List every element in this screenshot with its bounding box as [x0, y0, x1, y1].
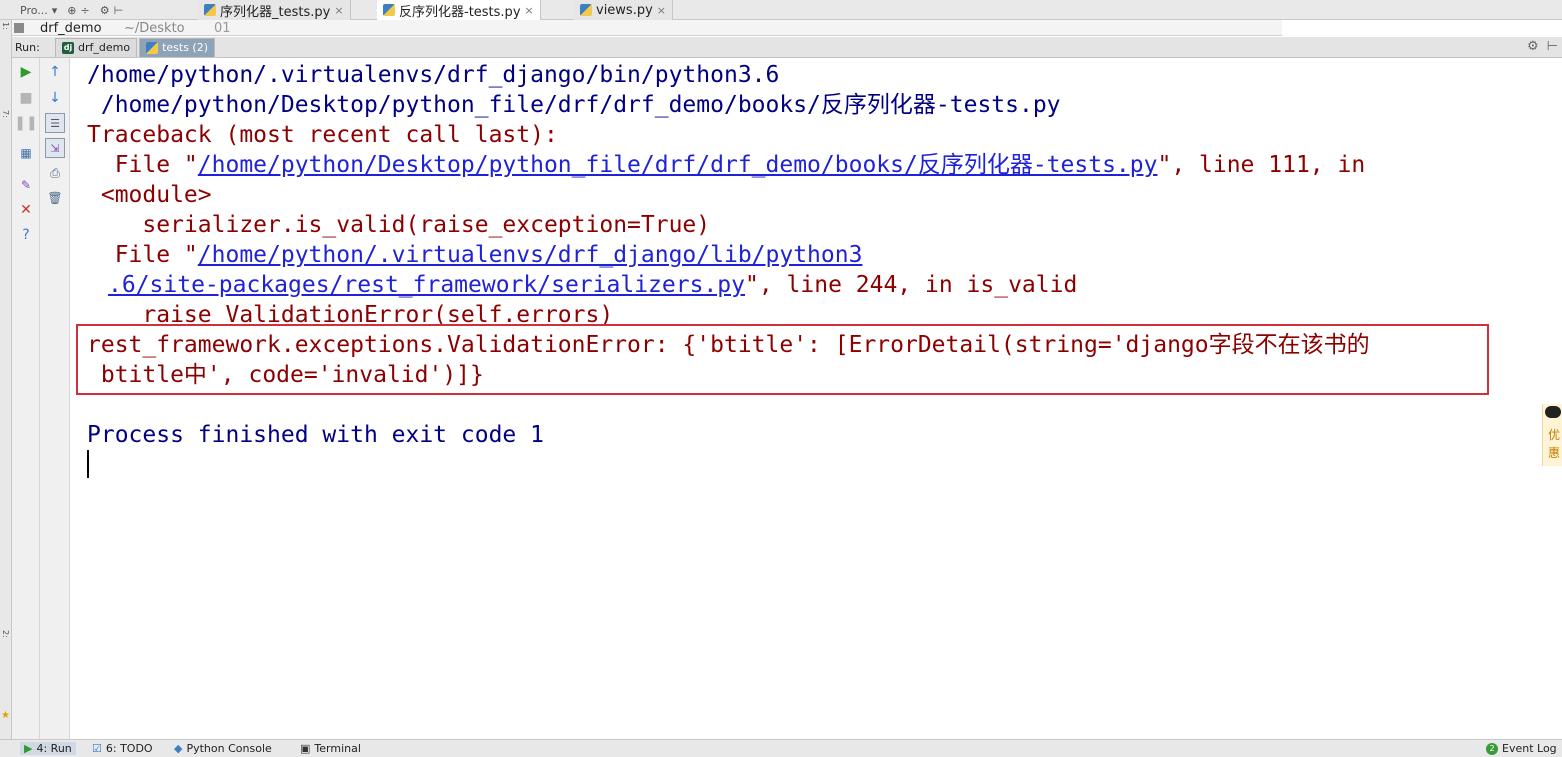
- tab-label: 序列化器_tests.py: [220, 4, 331, 20]
- tool-window-python-console[interactable]: ◆ Python Console: [174, 742, 272, 755]
- python-file-icon: [204, 4, 216, 16]
- console-line: /home/python/Desktop/python_file/drf/drf…: [87, 92, 1061, 118]
- project-path: ~/Deskto: [124, 21, 185, 36]
- console-line: Process finished with exit code 1: [87, 422, 544, 448]
- console-line: Traceback (most recent call last):: [87, 122, 558, 148]
- side-tool-label[interactable]: 2:: [1, 630, 10, 638]
- pin-icon[interactable]: ⊢: [114, 4, 124, 17]
- project-tool-dropdown[interactable]: Pro... ▾ ⊕ ÷ ⚙ ⊢: [0, 0, 123, 20]
- left-tool-strip: 1: 7: 2: ★: [0, 20, 12, 757]
- line-suffix: ", line 244, in is_valid: [744, 272, 1078, 298]
- line-suffix: ", line 111, in: [1157, 152, 1366, 178]
- line-prefix: File ": [87, 242, 198, 268]
- mascot-icon: [1545, 406, 1561, 418]
- rerun-icon[interactable]: ▶: [16, 62, 36, 82]
- close-icon[interactable]: ×: [657, 4, 666, 17]
- console-line: File "/home/python/.virtualenvs/drf_djan…: [87, 240, 863, 270]
- file-link[interactable]: .6/site-packages/rest_framework/serializ…: [108, 272, 745, 298]
- console-output[interactable]: /home/python/.virtualenvs/drf_django/bin…: [70, 58, 1540, 739]
- collapse-icon[interactable]: ÷: [81, 4, 90, 17]
- python-console-icon: ◆: [174, 742, 183, 755]
- side-tool-label[interactable]: 7:: [1, 110, 10, 118]
- scroll-to-end-icon[interactable]: ⇲: [45, 138, 65, 158]
- tool-window-label: 4: Run: [36, 742, 72, 755]
- run-label: Run:: [15, 40, 40, 54]
- stop-icon[interactable]: ■: [16, 88, 36, 108]
- print-icon[interactable]: ⎙: [45, 163, 65, 183]
- trash-icon[interactable]: 🗑: [45, 188, 65, 208]
- console-line: btitle中', code='invalid')]}: [87, 362, 484, 388]
- python-file-icon: [383, 4, 395, 16]
- python-file-icon: [580, 4, 592, 16]
- python-file-icon: [146, 41, 159, 54]
- todo-icon: ☑: [92, 742, 102, 755]
- layout-icon[interactable]: ▦: [16, 143, 36, 163]
- side-tool-label[interactable]: 1:: [1, 22, 10, 30]
- promo-widget[interactable]: 优 惠: [1542, 404, 1562, 466]
- console-line: rest_framework.exceptions.ValidationErro…: [87, 332, 1370, 358]
- gear-icon[interactable]: ⚙: [1527, 39, 1539, 54]
- widget-text: 优: [1548, 428, 1561, 442]
- gear-icon[interactable]: ⚙: [100, 4, 110, 17]
- pin-tab-icon[interactable]: ✎: [16, 175, 36, 195]
- bottom-tool-bar: ▶ 4: Run ☑ 6: TODO ◆ Python Console ▣ Te…: [0, 739, 1562, 757]
- arrow-up-icon[interactable]: ↑: [45, 62, 65, 82]
- event-count-badge: 2: [1486, 742, 1498, 755]
- tab-deserializer-tests[interactable]: 反序列化器-tests.py ×: [377, 0, 541, 20]
- folder-icon: [14, 23, 24, 33]
- run-tab-drf-demo[interactable]: dj drf_demo: [55, 37, 138, 57]
- chevron-down-icon: ▾: [51, 3, 58, 17]
- tool-window-label: Python Console: [186, 742, 272, 755]
- close-icon[interactable]: ✕: [16, 200, 36, 220]
- soft-wrap-icon[interactable]: ☰: [45, 113, 65, 133]
- file-link[interactable]: /home/python/.virtualenvs/drf_django/lib…: [198, 242, 863, 268]
- tab-label: views.py: [596, 2, 653, 18]
- crosshair-icon[interactable]: ⊕: [67, 4, 76, 17]
- project-strip: drf_demo ~/Deskto 01: [12, 20, 1282, 36]
- tool-window-todo[interactable]: ☑ 6: TODO: [92, 742, 153, 755]
- editor-tab-bar: Pro... ▾ ⊕ ÷ ⚙ ⊢ 序列化器_tests.py × 反序列化器-t…: [0, 0, 1562, 20]
- event-log-button[interactable]: 2 Event Log: [1486, 742, 1557, 755]
- run-tab-label: drf_demo: [78, 41, 131, 54]
- star-icon[interactable]: ★: [1, 710, 10, 721]
- tool-window-run[interactable]: ▶ 4: Run: [20, 742, 76, 755]
- run-icon: ▶: [24, 742, 33, 755]
- widget-text: 惠: [1548, 446, 1561, 460]
- console-line: File "/home/python/Desktop/python_file/d…: [87, 150, 1366, 180]
- console-line: <module>: [87, 182, 212, 208]
- pause-icon[interactable]: ❚❚: [14, 113, 37, 133]
- close-icon[interactable]: ×: [525, 4, 534, 17]
- close-icon[interactable]: ×: [334, 4, 343, 17]
- run-panel-header: Run: dj drf_demo tests (2) ⚙ ⊢: [12, 37, 1562, 58]
- run-header-tools: ⚙ ⊢: [1527, 39, 1558, 54]
- project-label: Pro...: [20, 3, 48, 17]
- tool-window-label: 6: TODO: [105, 742, 153, 755]
- django-icon: dj: [62, 41, 74, 54]
- text-caret: [87, 450, 89, 478]
- tool-window-label: Terminal: [314, 742, 361, 755]
- run-toolbar-secondary: ↑ ↓ ☰ ⇲ ⎙ 🗑: [40, 58, 70, 739]
- run-tab-label: tests (2): [162, 41, 209, 54]
- event-log-label: Event Log: [1502, 742, 1557, 755]
- tool-window-terminal[interactable]: ▣ Terminal: [300, 742, 361, 755]
- run-tab-tests[interactable]: tests (2): [139, 37, 216, 57]
- console-line: /home/python/.virtualenvs/drf_django/bin…: [87, 62, 780, 88]
- tab-label: 反序列化器-tests.py: [399, 4, 521, 20]
- help-icon[interactable]: ?: [16, 225, 36, 245]
- tab-views[interactable]: views.py ×: [574, 0, 674, 20]
- console-line: serializer.is_valid(raise_exception=True…: [87, 212, 711, 238]
- terminal-icon: ▣: [300, 742, 311, 755]
- run-toolbar-primary: ▶ ■ ❚❚ ▦ ✎ ✕ ?: [12, 58, 40, 739]
- line-number: 01: [214, 21, 231, 36]
- console-line: .6/site-packages/rest_framework/serializ…: [108, 270, 1077, 300]
- arrow-down-icon[interactable]: ↓: [45, 88, 65, 108]
- project-name[interactable]: drf_demo: [40, 21, 102, 36]
- tab-serializer-tests[interactable]: 序列化器_tests.py ×: [198, 0, 351, 20]
- line-prefix: File ": [87, 152, 198, 178]
- hide-panel-icon[interactable]: ⊢: [1547, 39, 1558, 54]
- file-link[interactable]: /home/python/Desktop/python_file/drf/drf…: [198, 152, 1158, 178]
